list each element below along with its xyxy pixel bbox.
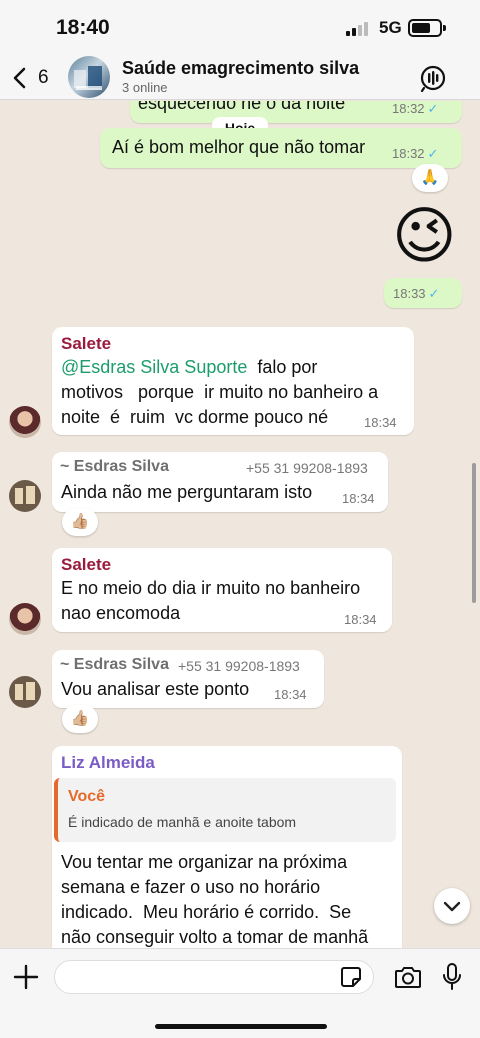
message-composer: [0, 948, 480, 1038]
quote-text: É indicado de manhã e anoite tabom: [68, 814, 297, 830]
sender-phone: +55 31 99208-1893: [246, 460, 368, 476]
avatar[interactable]: [9, 480, 41, 512]
message-text: esquecendo ne o da noite: [138, 101, 346, 113]
back-button[interactable]: 6: [12, 62, 58, 94]
status-bar: 18:40 5G: [0, 0, 480, 56]
signal-icon: [346, 22, 372, 36]
message-text: motivos porque ir muito no banheiro a: [61, 382, 379, 402]
incoming-message[interactable]: Salete E no meio do dia ir muito no banh…: [52, 548, 392, 632]
group-name[interactable]: Saúde emagrecimento silva: [122, 58, 359, 79]
unread-count: 6: [38, 67, 49, 88]
incoming-message[interactable]: ~ Esdras Silva +55 31 99208-1893 Ainda n…: [52, 452, 388, 512]
message-text: Aí é bom melhor que não tomar: [112, 137, 366, 157]
attach-button[interactable]: [12, 963, 40, 991]
sender-phone: +55 31 99208-1893: [178, 658, 300, 674]
outgoing-message[interactable]: esquecendo ne o da noite 18:32 ✓: [130, 101, 462, 123]
incoming-message[interactable]: ~ Esdras Silva +55 31 99208-1893 Vou ana…: [52, 650, 324, 708]
message-text: E no meio do dia ir muito no banheiro: [61, 578, 361, 598]
message-input[interactable]: [54, 960, 374, 994]
chat-header: 6 Saúde emagrecimento silva 3 online: [0, 56, 480, 100]
group-call-button[interactable]: [418, 63, 448, 93]
mention-link[interactable]: @Esdras Silva Suporte: [61, 357, 247, 377]
chevron-left-icon: [13, 67, 26, 89]
message-text: nao encomoda: [61, 603, 181, 623]
outgoing-message[interactable]: Aí é bom melhor que não tomar 18:32 ✓: [100, 128, 462, 168]
camera-button[interactable]: [394, 964, 422, 990]
battery-icon: [408, 19, 446, 37]
home-indicator: [155, 1024, 327, 1029]
message-reaction[interactable]: 👍🏼: [62, 705, 98, 733]
message-text: semana e fazer o uso no horário: [61, 877, 321, 897]
outgoing-message[interactable]: 18:33 ✓: [384, 278, 462, 308]
microphone-icon: [443, 963, 461, 990]
message-text: Vou analisar este ponto: [61, 679, 250, 699]
sender-name: ~ Esdras Silva: [60, 656, 169, 673]
message-text: @Esdras Silva Suporte falo por: [61, 357, 318, 377]
sender-name: ~ Esdras Silva: [60, 458, 169, 475]
group-call-icon: [420, 65, 446, 93]
sticker-button[interactable]: [340, 966, 362, 988]
plus-icon: [13, 964, 39, 990]
avatar[interactable]: [9, 406, 41, 438]
chat-area[interactable]: esquecendo ne o da noite 18:32✓ Hoje Aí …: [0, 101, 480, 948]
sticker-icon: [341, 967, 361, 987]
voice-message-button[interactable]: [441, 962, 463, 992]
sender-name: Salete: [61, 334, 112, 353]
emoji-message[interactable]: 😉: [392, 197, 457, 277]
scrollbar[interactable]: [472, 463, 476, 603]
message-reaction[interactable]: 🙏: [412, 164, 448, 192]
sender-name: Liz Almeida: [61, 753, 155, 772]
message-time: 18:34: [344, 612, 377, 627]
scroll-down-button[interactable]: [434, 888, 470, 924]
message-time: 18:32 ✓: [392, 101, 439, 116]
quote-author: Você: [68, 788, 106, 805]
network-type: 5G: [379, 18, 402, 37]
message-text: não conseguir volto a tomar de manhã: [61, 927, 369, 947]
message-time: 18:34: [274, 687, 307, 702]
sender-name: Salete: [61, 555, 112, 574]
read-tick-icon: ✓: [428, 286, 440, 301]
group-avatar[interactable]: [68, 56, 110, 98]
message-text: Vou tentar me organizar na próxima: [61, 852, 348, 872]
chevron-down-icon: [443, 901, 461, 912]
message-time: 18:32 ✓: [392, 146, 439, 161]
group-online-status: 3 online: [122, 80, 168, 95]
message-text: indicado. Meu horário é corrido. Se: [61, 902, 352, 922]
avatar[interactable]: [9, 603, 41, 635]
quoted-message[interactable]: Você É indicado de manhã e anoite tabom: [54, 778, 396, 842]
message-time: 18:33 ✓: [393, 286, 440, 301]
read-tick-icon: ✓: [427, 146, 439, 161]
message-time: 18:34: [364, 415, 397, 430]
incoming-message[interactable]: Salete @Esdras Silva Suporte falo por mo…: [52, 327, 414, 435]
message-text: Ainda não me perguntaram isto: [61, 482, 313, 502]
read-tick-icon: ✓: [427, 101, 439, 116]
message-time: 18:34: [342, 491, 375, 506]
message-text: noite é ruim vc dorme pouco né: [61, 407, 329, 427]
status-time: 18:40: [56, 16, 110, 39]
camera-icon: [395, 967, 421, 988]
avatar[interactable]: [9, 676, 41, 708]
message-reaction[interactable]: 👍🏼: [62, 508, 98, 536]
